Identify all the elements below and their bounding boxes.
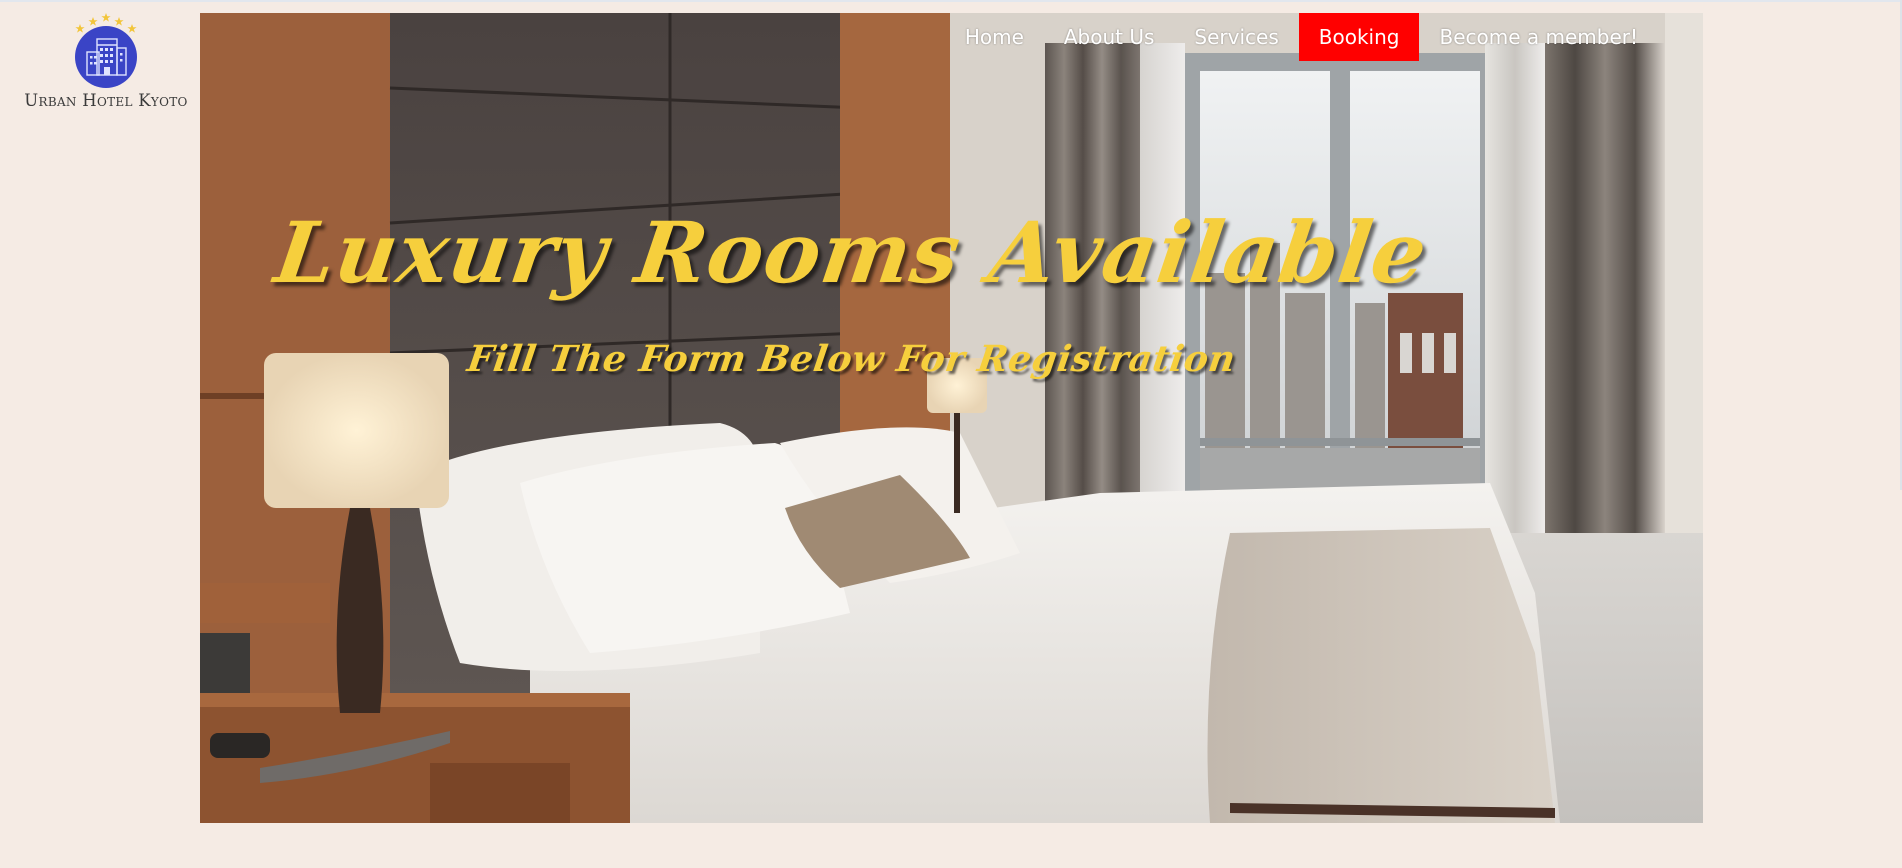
nav-about-us[interactable]: About Us bbox=[1044, 13, 1175, 61]
top-divider bbox=[0, 0, 1902, 2]
nav-services[interactable]: Services bbox=[1174, 13, 1298, 61]
hero-banner: Home About Us Services Booking Become a … bbox=[200, 13, 1703, 823]
star-icon bbox=[101, 13, 111, 22]
main-nav: Home About Us Services Booking Become a … bbox=[945, 13, 1658, 61]
star-icon bbox=[75, 24, 85, 33]
hotel-building-icon bbox=[75, 13, 137, 88]
star-icon bbox=[114, 17, 124, 26]
nav-become-member[interactable]: Become a member! bbox=[1419, 13, 1658, 61]
hero-headline: Luxury Rooms Available bbox=[269, 203, 1434, 302]
star-icon bbox=[127, 24, 137, 33]
hotel-bedroom-photo bbox=[200, 13, 1703, 823]
nav-home[interactable]: Home bbox=[945, 13, 1044, 61]
brand-logo[interactable]: Urban Hotel Kyoto bbox=[18, 12, 194, 112]
nav-booking[interactable]: Booking bbox=[1298, 13, 1420, 61]
page: Urban Hotel Kyoto Home About Us Services… bbox=[0, 0, 1902, 868]
star-icon bbox=[88, 17, 98, 26]
brand-name: Urban Hotel Kyoto bbox=[24, 91, 188, 110]
hero-subheadline: Fill The Form Below For Registration bbox=[464, 338, 1239, 380]
